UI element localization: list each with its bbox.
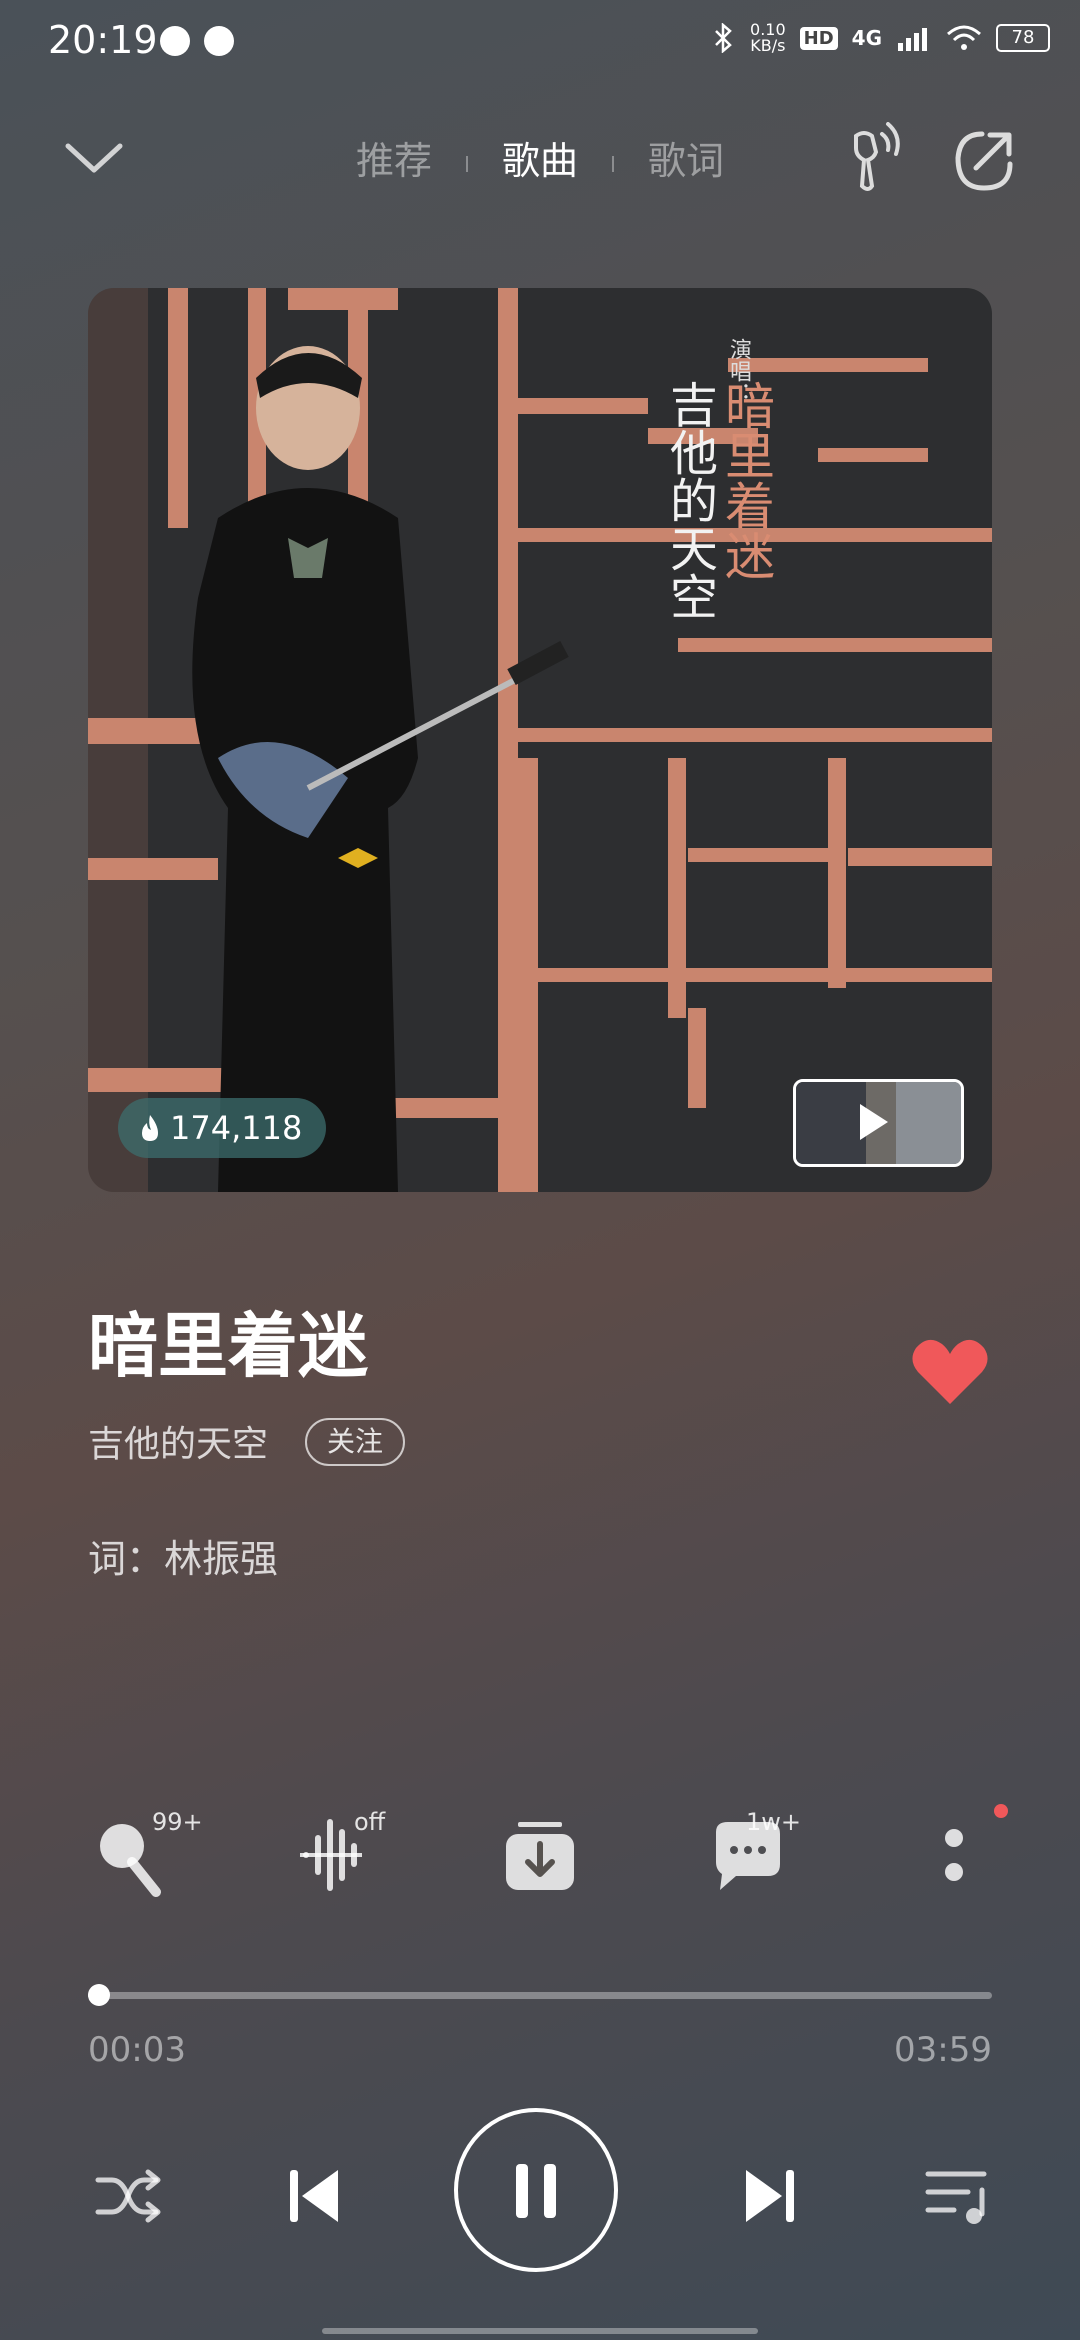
flame-icon bbox=[142, 1115, 158, 1141]
playlist-icon[interactable] bbox=[924, 2166, 994, 2228]
song-title: 暗里着迷 bbox=[88, 1305, 368, 1387]
heat-count: 174,118 bbox=[170, 1109, 303, 1147]
tab-lyrics[interactable]: 歌词 bbox=[648, 130, 724, 185]
progress-handle[interactable] bbox=[88, 1984, 111, 2006]
shuffle-icon[interactable] bbox=[94, 2166, 164, 2226]
tab-recommend[interactable]: 推荐 bbox=[356, 130, 432, 185]
play-video-icon bbox=[860, 1104, 888, 1140]
mv-thumbnail[interactable] bbox=[793, 1079, 964, 1167]
tab-song[interactable]: 歌曲 bbox=[502, 130, 578, 185]
lyricist-credit: 词：林振强 bbox=[88, 1537, 279, 1581]
notification-icon bbox=[160, 26, 190, 56]
next-track-icon[interactable] bbox=[740, 2164, 800, 2228]
signal-label: 4G bbox=[851, 26, 882, 50]
more-button[interactable] bbox=[924, 1804, 1024, 1910]
comments-button[interactable]: 1w+ bbox=[708, 1808, 808, 1910]
home-indicator[interactable] bbox=[322, 2328, 758, 2334]
current-time: 00:03 bbox=[88, 2030, 186, 2070]
previous-track-icon[interactable] bbox=[284, 2164, 344, 2228]
status-notification-icons bbox=[160, 26, 234, 56]
follow-button[interactable]: 关注 bbox=[305, 1418, 406, 1466]
status-indicators: 0.10 KB/s HD 4G 78 bbox=[710, 22, 1050, 54]
total-time: 03:59 bbox=[894, 2030, 992, 2070]
share-icon[interactable] bbox=[952, 128, 1018, 194]
download-icon bbox=[506, 1822, 574, 1890]
album-cover[interactable]: 演唱： 吉他的天空 暗里着迷 bbox=[88, 288, 992, 1192]
bluetooth-icon bbox=[715, 23, 732, 53]
play-heat-badge: 174,118 bbox=[118, 1098, 327, 1158]
tab-divider bbox=[612, 155, 614, 172]
karaoke-badge: 99+ bbox=[152, 1808, 203, 1836]
tab-divider bbox=[465, 155, 468, 172]
battery-icon: 78 bbox=[996, 24, 1050, 52]
cover-artist-text: 吉他的天空 bbox=[661, 380, 717, 620]
signal-bars-icon bbox=[898, 28, 927, 51]
wifi-icon bbox=[947, 25, 981, 50]
progress-bar[interactable] bbox=[88, 1984, 992, 2006]
sound-effect-button[interactable]: off bbox=[296, 1808, 396, 1910]
artist-name[interactable]: 吉他的天空 bbox=[88, 1415, 268, 1467]
cover-title-text: 暗里着迷 bbox=[717, 380, 775, 580]
header-tabs: 推荐 歌曲 歌词 bbox=[0, 130, 1080, 185]
download-button[interactable] bbox=[502, 1810, 602, 1910]
pause-icon bbox=[516, 2164, 556, 2218]
net-speed-unit: KB/s bbox=[750, 36, 786, 55]
notification-dot bbox=[994, 1804, 1008, 1818]
net-speed: 0.10 KB/s bbox=[750, 22, 786, 54]
artist-photo bbox=[192, 346, 569, 1192]
pause-button[interactable] bbox=[454, 2108, 618, 2272]
hd-icon: HD bbox=[799, 26, 838, 50]
status-time: 20:19 bbox=[48, 18, 158, 62]
notification-icon bbox=[204, 26, 234, 56]
more-vertical-icon bbox=[945, 1829, 963, 1881]
karaoke-button[interactable]: 99+ bbox=[88, 1808, 203, 1910]
comments-badge: 1w+ bbox=[746, 1808, 802, 1836]
like-heart-icon[interactable] bbox=[910, 1336, 990, 1408]
sound-effect-badge: off bbox=[354, 1808, 386, 1836]
device-cast-icon[interactable] bbox=[840, 122, 906, 194]
